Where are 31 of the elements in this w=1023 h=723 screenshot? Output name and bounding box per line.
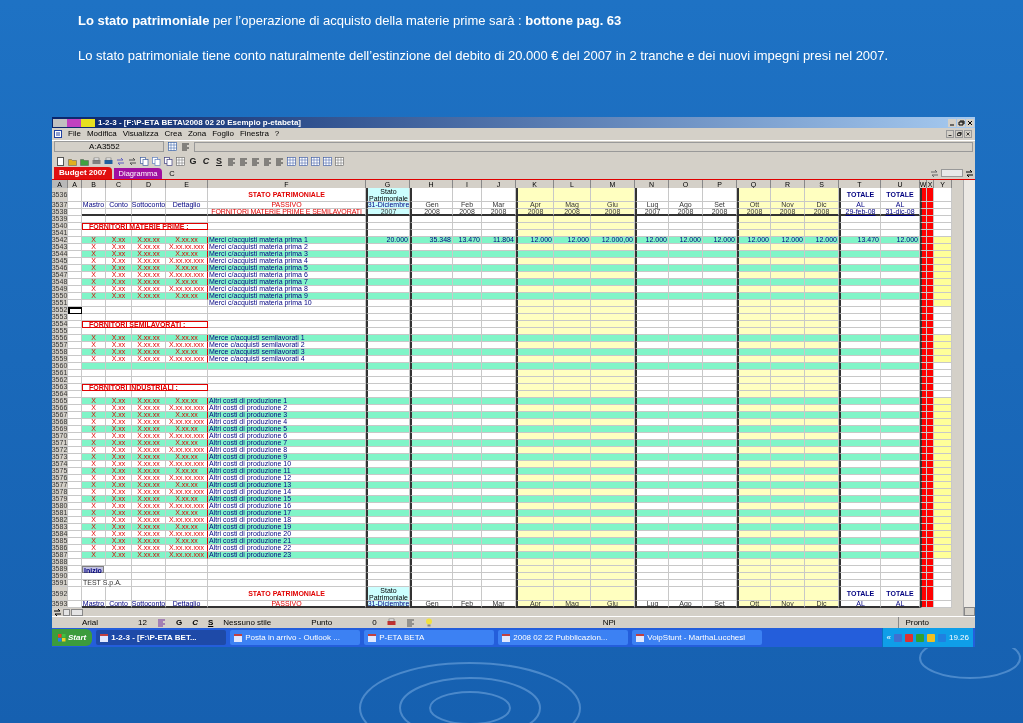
format-button[interactable]: G bbox=[175, 618, 183, 627]
format-button[interactable]: S bbox=[207, 618, 214, 627]
menu-item[interactable]: Foglio bbox=[212, 130, 234, 138]
sheet-tab[interactable]: Budget 2007 bbox=[54, 167, 112, 179]
address-field[interactable]: A:A3552 bbox=[54, 141, 164, 152]
unit-selector[interactable]: Punto bbox=[311, 616, 333, 629]
status-mode: NPi bbox=[602, 616, 616, 629]
taskbar-button[interactable]: P-ETA BETA bbox=[364, 630, 495, 645]
font-selector[interactable]: Arial bbox=[82, 616, 98, 629]
menu-item[interactable]: Crea bbox=[164, 130, 182, 138]
size-selector[interactable]: 12 bbox=[138, 616, 147, 629]
style-selector[interactable]: Nessuno stile bbox=[223, 616, 272, 629]
format-button[interactable]: G bbox=[188, 156, 198, 166]
taskbar-button[interactable]: 1-2-3 - [F:\P-ETA BET... bbox=[96, 630, 227, 645]
taskbar-button[interactable]: VoipStunt - MarthaLucchesi bbox=[632, 630, 763, 645]
menu-item[interactable]: Modifica bbox=[86, 130, 117, 138]
value-selector[interactable]: 0 bbox=[372, 616, 377, 629]
menu-item[interactable]: Visualizza bbox=[122, 130, 159, 138]
menu-item[interactable]: Finestra bbox=[239, 130, 269, 138]
clock: 19.26 bbox=[948, 631, 969, 644]
format-button[interactable]: C bbox=[192, 618, 198, 627]
format-button[interactable]: C bbox=[201, 156, 211, 166]
slide-paragraph: Lo stato patrimoniale tiene conto naturalmente dell’estinzione del debito di 20.000 € del 2007 in 2 tranche e dei nuovi impegni presi nel 2007. bbox=[77, 48, 890, 65]
taskbar-button[interactable]: 2008 02 22 Pubblicazion... bbox=[498, 630, 629, 645]
format-button[interactable]: S bbox=[214, 156, 224, 166]
window-title: 1-2-3 - [F:\P-ETA BETA\2008 02 20 Esempio p-etabeta] bbox=[98, 118, 301, 127]
slide-title: Lo stato patrimoniale per l’operazione di acquisto della materie prime sarà : bottone pag. 63 bbox=[78, 13, 622, 29]
menu-item[interactable]: ? bbox=[274, 130, 280, 138]
taskbar-button[interactable]: Posta in arrivo - Outlook ... bbox=[230, 630, 361, 645]
menu-item[interactable]: Zona bbox=[187, 130, 207, 138]
menu-item[interactable]: File bbox=[68, 130, 81, 138]
